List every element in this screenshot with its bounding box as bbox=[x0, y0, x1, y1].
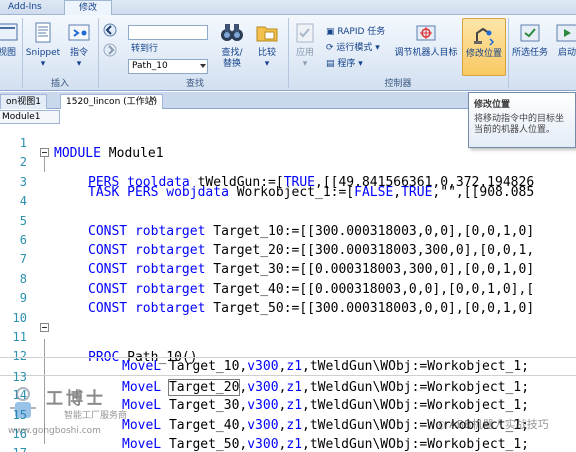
tooltip-title: 修改位置 bbox=[474, 100, 511, 110]
robot-target-icon bbox=[416, 25, 436, 41]
modify-position-icon bbox=[474, 27, 495, 46]
goto-line-input[interactable] bbox=[128, 25, 208, 40]
robot-logo-icon bbox=[10, 387, 36, 418]
routine-select[interactable]: Path_10 bbox=[128, 59, 208, 74]
code-line: 3 TASK PERS wobjdata Workobject_1:=[FALS… bbox=[19, 174, 535, 200]
binoculars-icon bbox=[221, 24, 243, 41]
modify-position-tooltip: 修改位置 将移动指令中的目标坐当前的机器人位置。 bbox=[468, 92, 576, 148]
wechat-icon: ◎ bbox=[436, 418, 450, 431]
view-icon bbox=[0, 23, 18, 41]
code-line: 7 CONST robtarget Target_30:=[[0.0003180… bbox=[19, 252, 535, 278]
code-line: 4 bbox=[19, 194, 27, 209]
start-button[interactable]: 启动 bbox=[552, 18, 576, 74]
instruction-icon bbox=[68, 24, 90, 41]
watermark-url: www.gongboshi.com bbox=[8, 426, 101, 436]
code-line-current: 13 MoveL Target_20,v300,z1,tWeldGun\WObj… bbox=[0, 356, 576, 396]
tooltip-body: 将移动指令中的目标坐当前的机器人位置。 bbox=[474, 114, 565, 135]
chevron-down-icon bbox=[200, 64, 206, 68]
watermark-title: 工博士 bbox=[46, 389, 106, 409]
code-line: 6 CONST robtarget Target_20:=[[300.00031… bbox=[19, 233, 535, 258]
goto-line-label: 转到行 bbox=[131, 44, 159, 54]
fold-toggle-icon[interactable] bbox=[40, 323, 49, 332]
tab-modify[interactable]: 修改 bbox=[64, 0, 112, 15]
code-line: 5 CONST robtarget Target_10:=[[300.00031… bbox=[19, 213, 535, 239]
watermark-logo: 工博士 智能工厂服务商 www.gongboshi.com bbox=[6, 382, 156, 444]
group-separator bbox=[98, 18, 99, 88]
code-line: 10 bbox=[12, 310, 27, 325]
code-line: 9 CONST robtarget Target_50:=[[300.00031… bbox=[19, 291, 535, 317]
doc-tab-view[interactable]: on视图1 bbox=[0, 94, 47, 109]
group-label-find: 查找 bbox=[185, 79, 204, 89]
rapid-task-button[interactable]: ▣ RAPID 任务 bbox=[326, 25, 385, 40]
view-button[interactable]: 视图 bbox=[0, 18, 20, 74]
play-icon bbox=[556, 24, 576, 42]
group-separator bbox=[288, 18, 289, 88]
modify-position-button[interactable]: 修改位置 bbox=[462, 18, 506, 76]
ribbon-tab-bar: Add-Ins 修改 bbox=[0, 0, 576, 15]
group-label-insert: 插入 bbox=[50, 79, 69, 89]
folder-compare-icon bbox=[256, 26, 278, 42]
program-button[interactable]: ▤ 程序 ▾ bbox=[326, 57, 363, 72]
watermark-wechat: ◎ ABB机器人实战技巧 bbox=[436, 418, 549, 431]
selected-task-icon bbox=[520, 24, 540, 42]
ribbon: 视图 Snippet ▾ 指令 ▾ 插入 转到行 Path_10 查找/ 替换 … bbox=[0, 15, 576, 91]
back-arrow-icon[interactable] bbox=[102, 23, 118, 37]
group-separator bbox=[22, 18, 23, 88]
tab-add-ins[interactable]: Add-Ins bbox=[2, 0, 48, 15]
rapid-task-icon: ▣ bbox=[326, 27, 338, 37]
snippet-icon bbox=[35, 22, 51, 43]
run-mode-button[interactable]: ⟳ 运行模式 ▾ bbox=[326, 41, 380, 56]
routine-select-value: Path_10 bbox=[132, 61, 168, 71]
instruction-button[interactable]: 指令 ▾ bbox=[64, 18, 94, 74]
adjust-robot-target-button[interactable]: 调节机器人目标 bbox=[392, 18, 460, 74]
group-separator bbox=[508, 18, 509, 88]
program-icon: ▤ bbox=[326, 59, 338, 69]
compare-button[interactable]: 比较 ▾ bbox=[252, 18, 282, 74]
module-tab[interactable]: Module1 bbox=[0, 110, 60, 124]
code-line: 8 CONST robtarget Target_40:=[[0.0003180… bbox=[19, 271, 535, 297]
apply-button[interactable]: 应用 ▾ bbox=[290, 18, 320, 74]
selected-task-button[interactable]: 所选任务 bbox=[510, 18, 550, 74]
watermark-subtitle: 智能工厂服务商 bbox=[64, 411, 128, 421]
fold-toggle-icon[interactable] bbox=[40, 148, 49, 158]
code-line: 12 MoveL Target_10,v300,z1,tWeldGun\WObj… bbox=[12, 349, 530, 375]
doc-tab-station[interactable]: 1520_lincon (工作站) bbox=[60, 94, 164, 109]
run-mode-icon: ⟳ bbox=[326, 43, 337, 53]
snippet-button[interactable]: Snippet ▾ bbox=[24, 18, 62, 74]
close-icon[interactable]: ✕ bbox=[149, 95, 157, 105]
apply-icon bbox=[296, 23, 314, 43]
forward-arrow-icon[interactable] bbox=[102, 43, 118, 57]
code-line: 11 PROC Path_10() bbox=[0, 318, 576, 365]
group-label-controller: 控制器 bbox=[384, 79, 412, 89]
find-replace-button[interactable]: 查找/ 替换 bbox=[214, 18, 250, 74]
